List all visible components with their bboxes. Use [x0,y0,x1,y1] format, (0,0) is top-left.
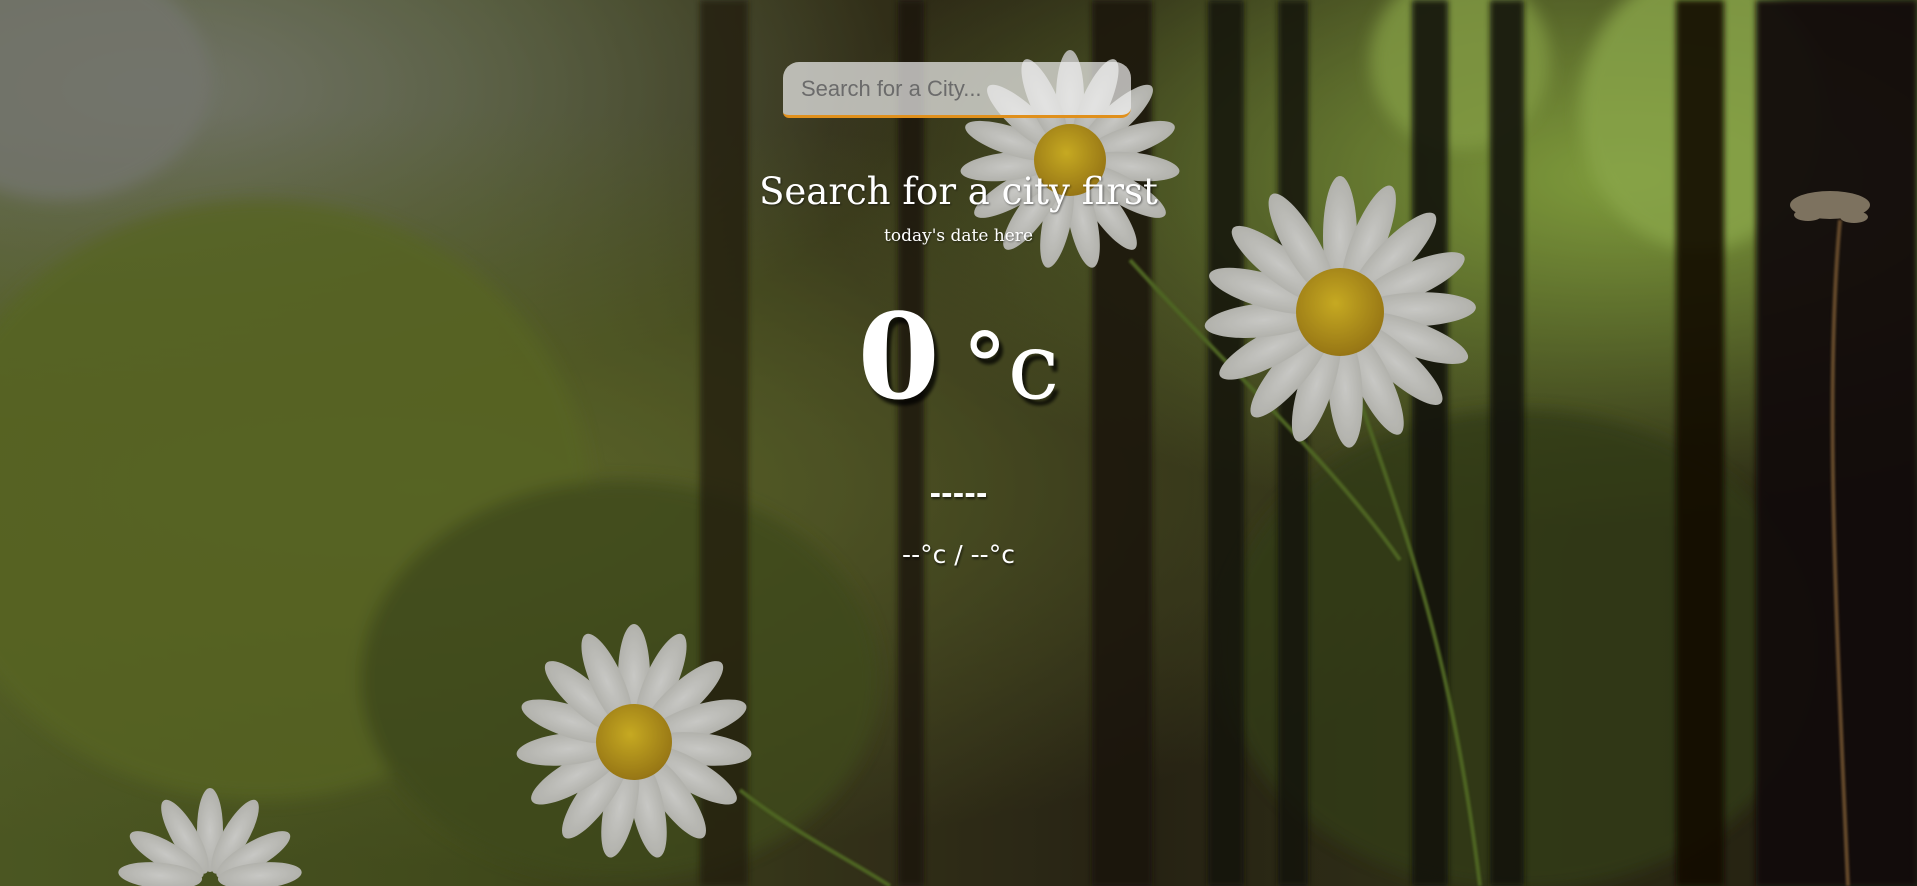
search-bar [783,62,1131,118]
city-name: Search for a city first [759,170,1158,213]
temperature-unit: °c [961,313,1060,420]
city-search-input[interactable] [783,62,1131,118]
weather-description: ----- [929,477,988,510]
current-date: today's date here [884,226,1033,246]
background-dim-overlay [0,0,1917,886]
temperature-display: 0 °c [0,292,1917,432]
high-low-temperature: --°c / --°c [902,540,1015,569]
temperature-value: 0 [857,287,940,426]
